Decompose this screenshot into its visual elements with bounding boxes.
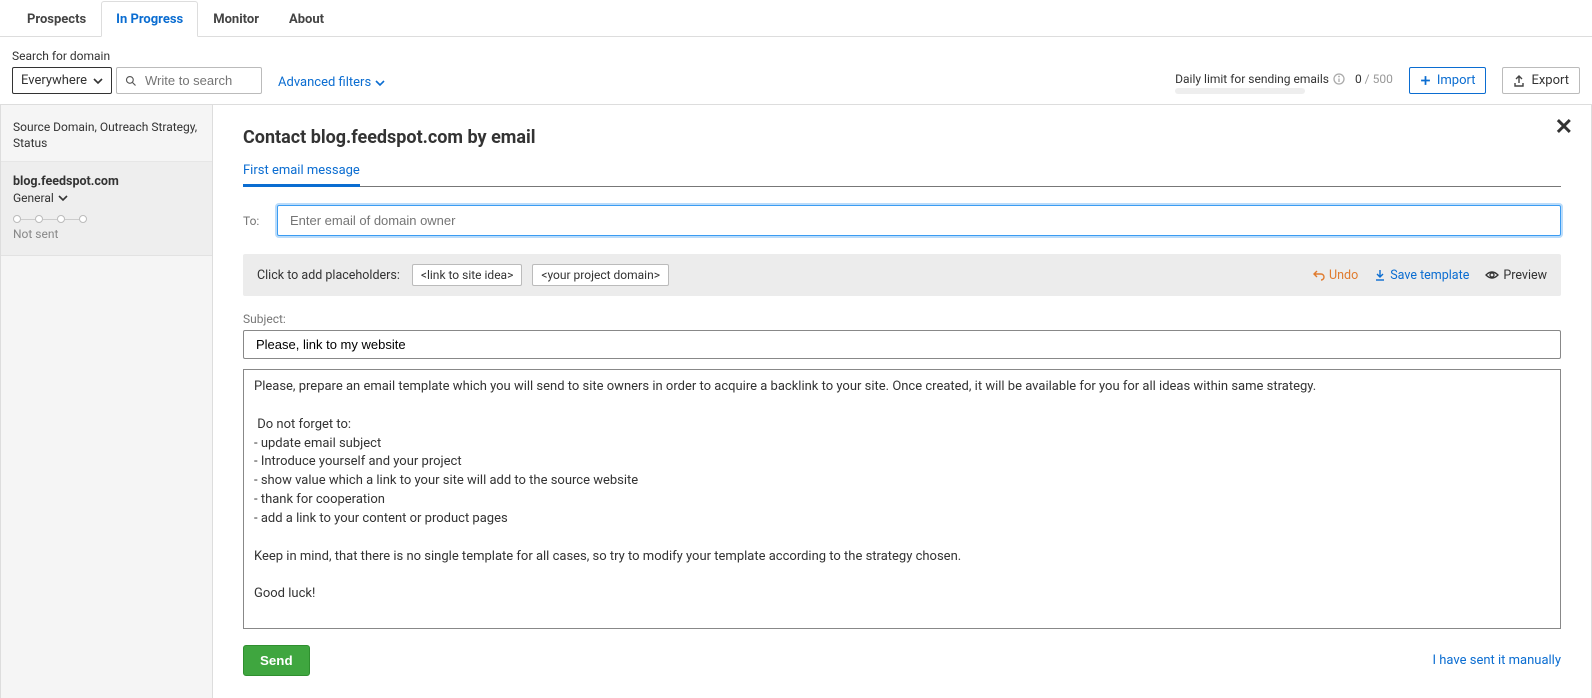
sidebar-item-strategy[interactable]: General [13, 191, 200, 205]
email-body-textarea[interactable]: Please, prepare an email template which … [243, 369, 1561, 629]
sidebar-item-domain: blog.feedspot.com [13, 174, 200, 189]
placeholder-chip-project-domain[interactable]: <your project domain> [532, 264, 669, 286]
undo-label: Undo [1329, 268, 1358, 283]
placeholder-chip-site-idea[interactable]: <link to site idea> [412, 264, 522, 286]
advanced-filters-link[interactable]: Advanced filters [278, 75, 385, 94]
chevron-down-icon [375, 78, 385, 88]
toolbar: Search for domain Everywhere Advanced fi… [0, 37, 1592, 105]
save-template-link[interactable]: Save template [1374, 268, 1469, 283]
save-template-label: Save template [1390, 268, 1469, 283]
close-icon: ✕ [1555, 115, 1573, 140]
tab-monitor[interactable]: Monitor [198, 1, 274, 37]
email-panel: ✕ Contact blog.feedspot.com by email Fir… [213, 105, 1592, 698]
to-label: To: [243, 214, 265, 228]
export-button[interactable]: Export [1502, 67, 1580, 94]
subject-label: Subject: [243, 312, 1561, 326]
chevron-down-icon [58, 193, 68, 203]
tab-prospects[interactable]: Prospects [12, 1, 101, 37]
search-input-wrapper [116, 67, 262, 94]
search-icon [125, 75, 137, 87]
sidebar-item[interactable]: blog.feedspot.com General Not sent [1, 162, 212, 256]
progress-steps [13, 215, 200, 223]
to-input-wrapper [277, 205, 1561, 236]
send-button[interactable]: Send [243, 645, 310, 676]
panel-subtabs: First email message [243, 162, 1561, 187]
daily-limit-value: 0 / 500 [1355, 72, 1393, 86]
preview-link[interactable]: Preview [1485, 268, 1547, 283]
preview-label: Preview [1503, 268, 1547, 283]
main-tabs: Prospects In Progress Monitor About [0, 0, 1592, 37]
close-button[interactable]: ✕ [1555, 115, 1573, 140]
search-label: Search for domain [12, 49, 262, 63]
subject-input-wrapper [243, 330, 1561, 359]
subtab-first-email[interactable]: First email message [243, 163, 360, 187]
export-icon [1513, 75, 1525, 87]
chevron-down-icon [93, 76, 103, 86]
advanced-filters-label: Advanced filters [278, 75, 371, 90]
sidebar: Source Domain, Outreach Strategy, Status… [0, 105, 213, 698]
undo-link[interactable]: Undo [1313, 268, 1358, 283]
sidebar-item-strategy-label: General [13, 191, 54, 205]
placeholder-label: Click to add placeholders: [257, 268, 400, 283]
daily-limit-bar [1175, 88, 1305, 94]
import-label: Import [1437, 73, 1476, 88]
tab-in-progress[interactable]: In Progress [101, 1, 198, 37]
sent-manually-link[interactable]: I have sent it manually [1433, 653, 1562, 668]
eye-icon [1485, 269, 1499, 281]
tab-about[interactable]: About [274, 1, 339, 37]
placeholder-bar: Click to add placeholders: <link to site… [243, 254, 1561, 296]
sidebar-column-header: Source Domain, Outreach Strategy, Status [1, 113, 212, 162]
panel-title: Contact blog.feedspot.com by email [243, 127, 1561, 148]
export-label: Export [1531, 73, 1569, 88]
plus-icon [1420, 75, 1431, 86]
sidebar-item-status: Not sent [13, 227, 200, 241]
subject-input[interactable] [254, 336, 1550, 353]
search-input[interactable] [143, 72, 253, 89]
undo-icon [1313, 269, 1325, 281]
daily-limit-label: Daily limit for sending emails [1175, 72, 1329, 86]
daily-limit: Daily limit for sending emails 0 / 500 [1175, 72, 1393, 94]
scope-select[interactable]: Everywhere [12, 67, 112, 94]
import-button[interactable]: Import [1409, 67, 1487, 94]
info-icon[interactable] [1333, 73, 1345, 85]
to-input[interactable] [288, 212, 1550, 229]
download-icon [1374, 269, 1386, 281]
scope-selected-label: Everywhere [21, 73, 87, 88]
